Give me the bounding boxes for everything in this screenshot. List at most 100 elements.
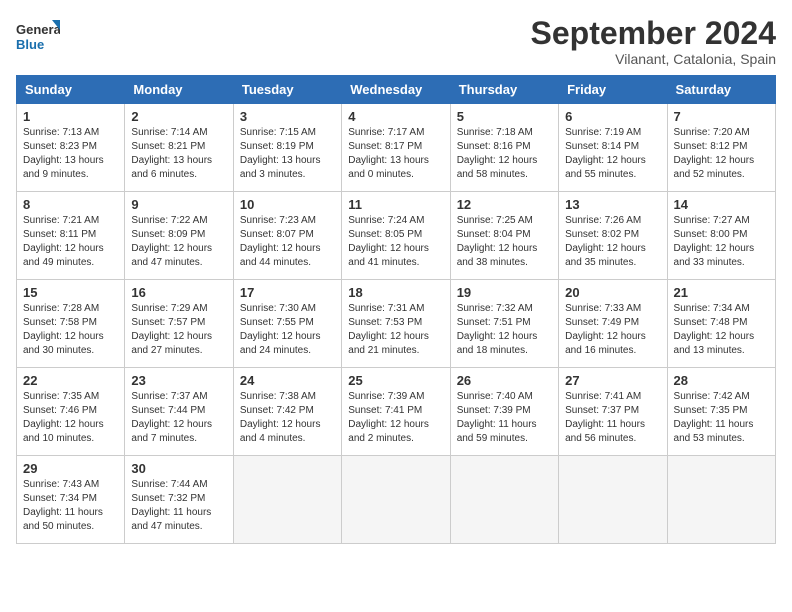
day-number: 20 xyxy=(565,285,660,300)
day-number: 9 xyxy=(131,197,226,212)
cell-info: Sunrise: 7:37 AMSunset: 7:44 PMDaylight:… xyxy=(131,391,212,444)
day-number: 16 xyxy=(131,285,226,300)
day-number: 6 xyxy=(565,109,660,124)
day-number: 19 xyxy=(457,285,552,300)
calendar-cell: 11 Sunrise: 7:24 AMSunset: 8:05 PMDaylig… xyxy=(342,192,450,280)
cell-info: Sunrise: 7:24 AMSunset: 8:05 PMDaylight:… xyxy=(348,215,429,268)
day-number: 21 xyxy=(674,285,769,300)
calendar-cell xyxy=(667,456,775,544)
day-number: 10 xyxy=(240,197,335,212)
day-number: 24 xyxy=(240,373,335,388)
cell-info: Sunrise: 7:17 AMSunset: 8:17 PMDaylight:… xyxy=(348,127,429,180)
day-number: 14 xyxy=(674,197,769,212)
day-number: 7 xyxy=(674,109,769,124)
day-number: 23 xyxy=(131,373,226,388)
calendar-cell: 18 Sunrise: 7:31 AMSunset: 7:53 PMDaylig… xyxy=(342,280,450,368)
day-number: 13 xyxy=(565,197,660,212)
calendar-cell: 16 Sunrise: 7:29 AMSunset: 7:57 PMDaylig… xyxy=(125,280,233,368)
calendar-cell: 20 Sunrise: 7:33 AMSunset: 7:49 PMDaylig… xyxy=(559,280,667,368)
svg-text:Blue: Blue xyxy=(16,37,44,52)
cell-info: Sunrise: 7:41 AMSunset: 7:37 PMDaylight:… xyxy=(565,391,645,444)
cell-info: Sunrise: 7:13 AMSunset: 8:23 PMDaylight:… xyxy=(23,127,104,180)
day-number: 8 xyxy=(23,197,118,212)
week-row-3: 15 Sunrise: 7:28 AMSunset: 7:58 PMDaylig… xyxy=(17,280,776,368)
day-number: 30 xyxy=(131,461,226,476)
location: Vilanant, Catalonia, Spain xyxy=(531,51,776,67)
cell-info: Sunrise: 7:29 AMSunset: 7:57 PMDaylight:… xyxy=(131,303,212,356)
day-number: 29 xyxy=(23,461,118,476)
day-number: 1 xyxy=(23,109,118,124)
cell-info: Sunrise: 7:27 AMSunset: 8:00 PMDaylight:… xyxy=(674,215,755,268)
calendar-cell: 4 Sunrise: 7:17 AMSunset: 8:17 PMDayligh… xyxy=(342,104,450,192)
cell-info: Sunrise: 7:19 AMSunset: 8:14 PMDaylight:… xyxy=(565,127,646,180)
calendar-cell: 30 Sunrise: 7:44 AMSunset: 7:32 PMDaylig… xyxy=(125,456,233,544)
calendar-cell: 6 Sunrise: 7:19 AMSunset: 8:14 PMDayligh… xyxy=(559,104,667,192)
day-number: 27 xyxy=(565,373,660,388)
cell-info: Sunrise: 7:39 AMSunset: 7:41 PMDaylight:… xyxy=(348,391,429,444)
calendar-cell: 17 Sunrise: 7:30 AMSunset: 7:55 PMDaylig… xyxy=(233,280,341,368)
header-saturday: Saturday xyxy=(667,76,775,104)
calendar-cell: 7 Sunrise: 7:20 AMSunset: 8:12 PMDayligh… xyxy=(667,104,775,192)
calendar-cell xyxy=(342,456,450,544)
calendar-cell: 13 Sunrise: 7:26 AMSunset: 8:02 PMDaylig… xyxy=(559,192,667,280)
calendar-cell: 23 Sunrise: 7:37 AMSunset: 7:44 PMDaylig… xyxy=(125,368,233,456)
calendar-cell: 24 Sunrise: 7:38 AMSunset: 7:42 PMDaylig… xyxy=(233,368,341,456)
cell-info: Sunrise: 7:23 AMSunset: 8:07 PMDaylight:… xyxy=(240,215,321,268)
cell-info: Sunrise: 7:14 AMSunset: 8:21 PMDaylight:… xyxy=(131,127,212,180)
calendar-cell xyxy=(450,456,558,544)
cell-info: Sunrise: 7:22 AMSunset: 8:09 PMDaylight:… xyxy=(131,215,212,268)
cell-info: Sunrise: 7:25 AMSunset: 8:04 PMDaylight:… xyxy=(457,215,538,268)
cell-info: Sunrise: 7:30 AMSunset: 7:55 PMDaylight:… xyxy=(240,303,321,356)
calendar-cell: 21 Sunrise: 7:34 AMSunset: 7:48 PMDaylig… xyxy=(667,280,775,368)
header-wednesday: Wednesday xyxy=(342,76,450,104)
calendar-cell: 12 Sunrise: 7:25 AMSunset: 8:04 PMDaylig… xyxy=(450,192,558,280)
header-thursday: Thursday xyxy=(450,76,558,104)
day-number: 11 xyxy=(348,197,443,212)
calendar-cell: 26 Sunrise: 7:40 AMSunset: 7:39 PMDaylig… xyxy=(450,368,558,456)
cell-info: Sunrise: 7:21 AMSunset: 8:11 PMDaylight:… xyxy=(23,215,104,268)
header-sunday: Sunday xyxy=(17,76,125,104)
cell-info: Sunrise: 7:18 AMSunset: 8:16 PMDaylight:… xyxy=(457,127,538,180)
day-number: 17 xyxy=(240,285,335,300)
day-number: 18 xyxy=(348,285,443,300)
calendar-cell: 9 Sunrise: 7:22 AMSunset: 8:09 PMDayligh… xyxy=(125,192,233,280)
page-header: General Blue September 2024 Vilanant, Ca… xyxy=(16,16,776,67)
calendar-cell: 22 Sunrise: 7:35 AMSunset: 7:46 PMDaylig… xyxy=(17,368,125,456)
week-row-4: 22 Sunrise: 7:35 AMSunset: 7:46 PMDaylig… xyxy=(17,368,776,456)
header-monday: Monday xyxy=(125,76,233,104)
svg-text:General: General xyxy=(16,22,60,37)
calendar-cell: 27 Sunrise: 7:41 AMSunset: 7:37 PMDaylig… xyxy=(559,368,667,456)
cell-info: Sunrise: 7:35 AMSunset: 7:46 PMDaylight:… xyxy=(23,391,104,444)
day-number: 4 xyxy=(348,109,443,124)
day-number: 15 xyxy=(23,285,118,300)
calendar-cell: 28 Sunrise: 7:42 AMSunset: 7:35 PMDaylig… xyxy=(667,368,775,456)
week-row-5: 29 Sunrise: 7:43 AMSunset: 7:34 PMDaylig… xyxy=(17,456,776,544)
day-number: 3 xyxy=(240,109,335,124)
cell-info: Sunrise: 7:44 AMSunset: 7:32 PMDaylight:… xyxy=(131,479,211,532)
calendar-table: SundayMondayTuesdayWednesdayThursdayFrid… xyxy=(16,75,776,544)
header-tuesday: Tuesday xyxy=(233,76,341,104)
header-friday: Friday xyxy=(559,76,667,104)
calendar-cell: 19 Sunrise: 7:32 AMSunset: 7:51 PMDaylig… xyxy=(450,280,558,368)
calendar-cell: 29 Sunrise: 7:43 AMSunset: 7:34 PMDaylig… xyxy=(17,456,125,544)
cell-info: Sunrise: 7:31 AMSunset: 7:53 PMDaylight:… xyxy=(348,303,429,356)
cell-info: Sunrise: 7:26 AMSunset: 8:02 PMDaylight:… xyxy=(565,215,646,268)
day-number: 26 xyxy=(457,373,552,388)
header-row: SundayMondayTuesdayWednesdayThursdayFrid… xyxy=(17,76,776,104)
logo-svg: General Blue xyxy=(16,16,60,60)
calendar-cell: 2 Sunrise: 7:14 AMSunset: 8:21 PMDayligh… xyxy=(125,104,233,192)
calendar-cell: 1 Sunrise: 7:13 AMSunset: 8:23 PMDayligh… xyxy=(17,104,125,192)
day-number: 2 xyxy=(131,109,226,124)
calendar-cell xyxy=(559,456,667,544)
cell-info: Sunrise: 7:43 AMSunset: 7:34 PMDaylight:… xyxy=(23,479,103,532)
calendar-cell: 15 Sunrise: 7:28 AMSunset: 7:58 PMDaylig… xyxy=(17,280,125,368)
calendar-cell: 5 Sunrise: 7:18 AMSunset: 8:16 PMDayligh… xyxy=(450,104,558,192)
cell-info: Sunrise: 7:40 AMSunset: 7:39 PMDaylight:… xyxy=(457,391,537,444)
calendar-cell: 25 Sunrise: 7:39 AMSunset: 7:41 PMDaylig… xyxy=(342,368,450,456)
cell-info: Sunrise: 7:42 AMSunset: 7:35 PMDaylight:… xyxy=(674,391,754,444)
calendar-cell: 8 Sunrise: 7:21 AMSunset: 8:11 PMDayligh… xyxy=(17,192,125,280)
month-title: September 2024 xyxy=(531,16,776,51)
cell-info: Sunrise: 7:28 AMSunset: 7:58 PMDaylight:… xyxy=(23,303,104,356)
calendar-cell xyxy=(233,456,341,544)
logo: General Blue xyxy=(16,16,60,60)
